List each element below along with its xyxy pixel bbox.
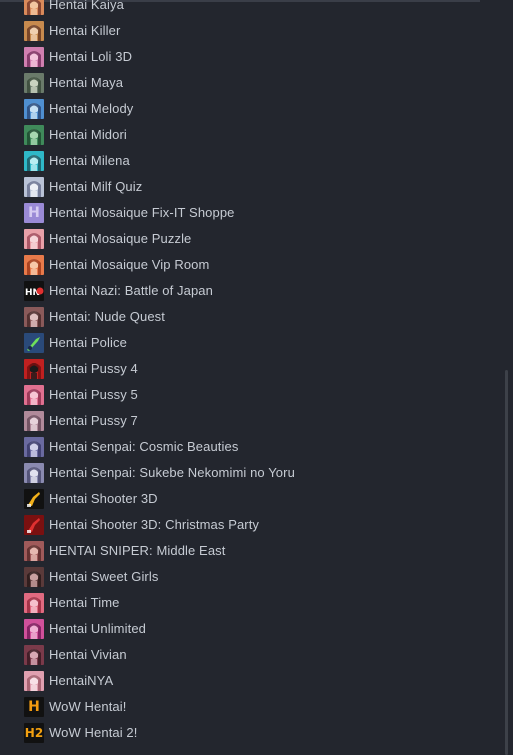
game-list-item[interactable]: Hentai Vivian <box>0 642 484 668</box>
game-title: Hentai Midori <box>49 127 127 142</box>
letter-h-icon: H <box>24 203 44 223</box>
game-title: Hentai Unlimited <box>49 621 146 636</box>
anime-portrait-icon <box>24 99 44 119</box>
game-title: Hentai Pussy 7 <box>49 413 138 428</box>
game-title: Hentai Sweet Girls <box>49 569 159 584</box>
anime-portrait-icon <box>24 73 44 93</box>
game-list-item[interactable]: Hentai Senpai: Sukebe Nekomimi no Yoru <box>0 460 484 486</box>
anime-portrait-icon <box>24 645 44 665</box>
game-title: Hentai Mosaique Vip Room <box>49 257 210 272</box>
anime-portrait-icon <box>24 255 44 275</box>
anime-portrait-icon <box>24 385 44 405</box>
anime-portrait-icon <box>24 229 44 249</box>
game-title: Hentai Vivian <box>49 647 127 662</box>
game-title: Hentai Nazi: Battle of Japan <box>49 283 213 298</box>
game-title: Hentai Time <box>49 595 120 610</box>
game-title: Hentai Senpai: Cosmic Beauties <box>49 439 239 454</box>
game-list-item[interactable]: HentaiNYA <box>0 668 484 694</box>
game-title: Hentai Loli 3D <box>49 49 133 64</box>
anime-portrait-icon <box>24 307 44 327</box>
game-list-item[interactable]: Hentai Milf Quiz <box>0 174 484 200</box>
anime-portrait-icon <box>24 411 44 431</box>
anime-portrait-icon <box>24 177 44 197</box>
game-list-item[interactable]: Hentai Milena <box>0 148 484 174</box>
anime-portrait-icon <box>24 619 44 639</box>
game-title: Hentai Pussy 4 <box>49 361 138 376</box>
game-list-item[interactable]: Hentai: Nude Quest <box>0 304 484 330</box>
game-list-item[interactable]: Hentai Pussy 5 <box>0 382 484 408</box>
game-title: Hentai Pussy 5 <box>49 387 138 402</box>
game-title: HENTAI SNIPER: Middle East <box>49 543 226 558</box>
game-list-item[interactable]: Hentai Kaiya <box>0 0 484 18</box>
anime-portrait-icon <box>24 541 44 561</box>
game-title: Hentai Maya <box>49 75 124 90</box>
game-list-item[interactable]: Hentai Police <box>0 330 484 356</box>
anime-portrait-icon <box>24 21 44 41</box>
game-title: Hentai Mosaique Puzzle <box>49 231 192 246</box>
anime-portrait-icon <box>24 151 44 171</box>
game-list-item[interactable]: H Hentai Mosaique Fix-IT Shoppe <box>0 200 484 226</box>
game-list-item[interactable]: Hentai Unlimited <box>0 616 484 642</box>
game-title: HentaiNYA <box>49 673 114 688</box>
game-list-item[interactable]: H2 WoW Hentai 2! <box>0 720 484 746</box>
game-list-item[interactable]: Hentai Pussy 7 <box>0 408 484 434</box>
anime-portrait-icon <box>24 463 44 483</box>
game-title: Hentai Killer <box>49 23 121 38</box>
game-list-item[interactable]: Hentai Senpai: Cosmic Beauties <box>0 434 484 460</box>
game-list-item[interactable]: Hentai Melody <box>0 96 484 122</box>
game-title: Hentai Melody <box>49 101 134 116</box>
game-list-item[interactable]: Hentai Midori <box>0 122 484 148</box>
game-list-item[interactable]: Hentai Shooter 3D: Christmas Party <box>0 512 484 538</box>
game-title: Hentai Kaiya <box>49 0 124 12</box>
game-list-item[interactable]: Hentai Mosaique Vip Room <box>0 252 484 278</box>
police-badge-icon <box>24 333 44 353</box>
anime-portrait-icon <box>24 125 44 145</box>
game-title: Hentai Senpai: Sukebe Nekomimi no Yoru <box>49 465 295 480</box>
game-title: Hentai: Nude Quest <box>49 309 165 324</box>
game-title: Hentai Milena <box>49 153 130 168</box>
game-title: WoW Hentai 2! <box>49 725 138 740</box>
gun-icon <box>24 515 44 535</box>
game-list-item[interactable]: HN Hentai Nazi: Battle of Japan <box>0 278 484 304</box>
game-list-item[interactable]: Hentai Maya <box>0 70 484 96</box>
game-title: Hentai Police <box>49 335 127 350</box>
game-list-item[interactable]: Hentai Loli 3D <box>0 44 484 70</box>
anime-portrait-icon <box>24 593 44 613</box>
game-list-item[interactable]: Hentai Shooter 3D <box>0 486 484 512</box>
game-list-item[interactable]: Hentai Killer <box>0 18 484 44</box>
game-list-item[interactable]: Hentai Mosaique Puzzle <box>0 226 484 252</box>
scrollbar-thumb[interactable] <box>505 370 508 755</box>
anime-portrait-icon <box>24 567 44 587</box>
game-list-item[interactable]: Hentai Pussy 4 <box>0 356 484 382</box>
game-title: Hentai Shooter 3D <box>49 491 158 506</box>
anime-portrait-icon <box>24 359 44 379</box>
h2-logo-icon: H2 <box>24 723 44 743</box>
gun-icon <box>24 489 44 509</box>
anime-portrait-icon <box>24 671 44 691</box>
letter-h-icon: H <box>24 697 44 717</box>
game-list-panel: Hentai Kaiya Hentai Killer Hentai Loli 3D H… <box>0 0 484 755</box>
game-title: Hentai Milf Quiz <box>49 179 143 194</box>
game-list-item[interactable]: HENTAI SNIPER: Middle East <box>0 538 484 564</box>
game-title: WoW Hentai! <box>49 699 127 714</box>
anime-portrait-icon <box>24 437 44 457</box>
hn-logo-icon: HN <box>24 281 44 301</box>
game-title: Hentai Shooter 3D: Christmas Party <box>49 517 260 532</box>
game-title: Hentai Mosaique Fix-IT Shoppe <box>49 205 235 220</box>
game-list-item[interactable]: Hentai Sweet Girls <box>0 564 484 590</box>
anime-portrait-icon <box>24 47 44 67</box>
game-list-item[interactable]: Hentai Time <box>0 590 484 616</box>
anime-portrait-icon <box>24 0 44 15</box>
game-list-item[interactable]: H WoW Hentai! <box>0 694 484 720</box>
